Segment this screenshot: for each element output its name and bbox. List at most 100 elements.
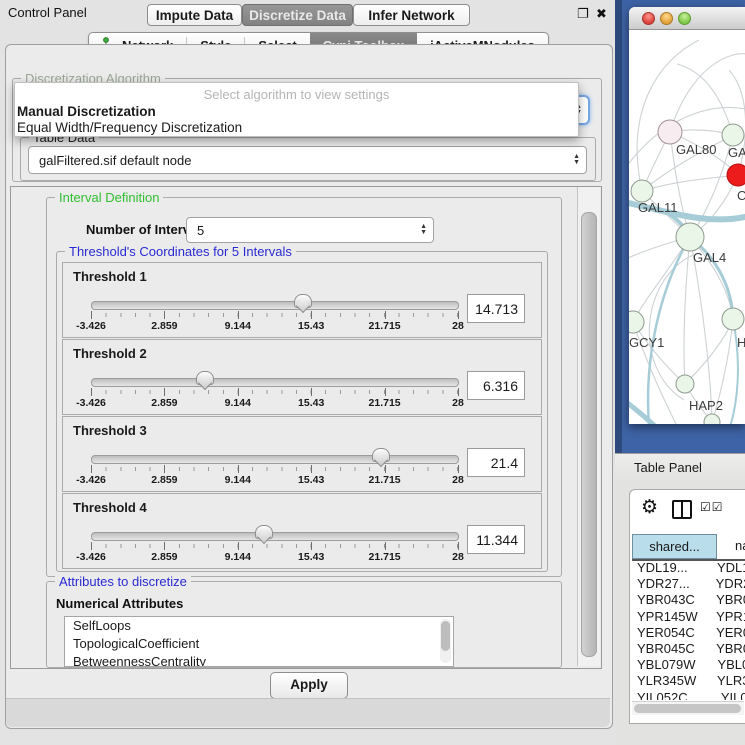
table-row[interactable]: YER054CYER0 xyxy=(632,625,745,641)
threshold-3-panel: Threshold 3 -3.426 2.859 9.144 15.43 21.… xyxy=(62,416,542,492)
num-intervals-value: 5 xyxy=(197,218,204,242)
node-top-right[interactable] xyxy=(722,124,744,146)
list-item[interactable]: BetweennessCentrality xyxy=(65,653,453,667)
table-data-selected: galFiltered.sif default node xyxy=(39,147,191,173)
threshold-1-value-field[interactable]: 14.713 xyxy=(467,294,525,323)
list-scrollbar[interactable] xyxy=(440,619,451,663)
slider-track[interactable] xyxy=(91,378,459,387)
node-label: H xyxy=(737,335,745,350)
node-label: GA xyxy=(728,145,745,160)
table-row[interactable]: YBR045CYBR0 xyxy=(632,641,745,657)
slider-track[interactable] xyxy=(91,455,459,464)
gear-icon[interactable]: ⚙ xyxy=(641,496,658,519)
network-canvas[interactable]: GAL80 GA C GAL11 GAL4 GCY1 H HAP2 xyxy=(629,30,745,424)
dropdown-option-manual[interactable]: Manual Discretization xyxy=(17,104,156,119)
table-header-row: shared... na xyxy=(632,534,745,561)
algorithm-dropdown-popup: Select algorithm to view settings Manual… xyxy=(14,82,579,137)
table-row[interactable]: YBR043CYBR0 xyxy=(632,592,745,608)
node-label: GAL80 xyxy=(676,142,716,157)
slider-ticks xyxy=(91,465,458,473)
apply-button[interactable]: Apply xyxy=(270,672,348,699)
slider-thumb[interactable] xyxy=(255,525,273,539)
network-graph: GAL80 GA C GAL11 GAL4 GCY1 H HAP2 xyxy=(629,30,745,424)
horizontal-scrollbar[interactable] xyxy=(632,701,744,715)
column-header-name[interactable]: na xyxy=(718,534,745,559)
threshold-2-slider[interactable]: -3.426 2.859 9.144 15.43 21.715 28 xyxy=(91,340,457,414)
slider-tick-labels: -3.426 2.859 9.144 15.43 21.715 28 xyxy=(91,551,458,563)
slider-ticks xyxy=(91,388,458,396)
float-window-icon[interactable]: ❐ xyxy=(577,6,589,22)
close-panel-icon[interactable]: ✖ xyxy=(596,6,607,22)
node-gal4[interactable] xyxy=(676,223,704,251)
table-panel-header: Table Panel xyxy=(615,453,745,483)
list-item[interactable]: SelfLoops xyxy=(65,617,453,635)
slider-tick-labels: -3.426 2.859 9.144 15.43 21.715 28 xyxy=(91,320,458,332)
dropdown-prompt: Select algorithm to view settings xyxy=(15,87,578,102)
group-title: Threshold's Coordinates for 5 Intervals xyxy=(65,244,296,259)
num-intervals-combobox[interactable]: 5 ▲▼ xyxy=(186,217,434,243)
slider-thumb[interactable] xyxy=(372,448,390,462)
zoom-window-icon[interactable] xyxy=(678,12,691,25)
node-label: C xyxy=(737,188,745,203)
columns-icon[interactable] xyxy=(672,500,692,519)
column-header-shared[interactable]: shared... xyxy=(632,534,717,559)
list-item[interactable]: TopologicalCoefficient xyxy=(65,635,453,653)
table-row[interactable]: YDL19...YDL1 xyxy=(632,560,745,576)
table-row[interactable]: YPR145WYPR1 xyxy=(632,609,745,625)
attributes-list[interactable]: SelfLoops TopologicalCoefficient Between… xyxy=(64,616,454,667)
table-body: YDL19...YDL1 YDR27...YDR2 YBR043CYBR0 YP… xyxy=(632,560,745,700)
threshold-4-value-field[interactable]: 11.344 xyxy=(467,525,525,554)
slider-track[interactable] xyxy=(91,301,459,310)
threshold-4-slider[interactable]: -3.426 2.859 9.144 15.43 21.715 28 xyxy=(91,494,457,568)
threshold-1-panel: Threshold 1 -3.426 2.859 9.144 15.43 21.… xyxy=(62,262,542,338)
table-row[interactable]: YDR27...YDR2 xyxy=(632,576,745,592)
table-row[interactable]: YLR345WYLR3 xyxy=(632,673,745,689)
network-window-titlebar[interactable] xyxy=(629,7,745,30)
threshold-2-panel: Threshold 2 -3.426 2.859 9.144 15.43 21.… xyxy=(62,339,542,415)
slider-ticks xyxy=(91,542,458,550)
node-gal11[interactable] xyxy=(631,180,653,202)
slider-tick-labels: -3.426 2.859 9.144 15.43 21.715 28 xyxy=(91,474,458,486)
close-window-icon[interactable] xyxy=(642,12,655,25)
slider-thumb[interactable] xyxy=(196,371,214,385)
threshold-1-slider[interactable]: -3.426 2.859 9.144 15.43 21.715 28 xyxy=(91,263,457,337)
node-selected-red[interactable] xyxy=(727,164,745,186)
slider-tick-labels: -3.426 2.859 9.144 15.43 21.715 28 xyxy=(91,397,458,409)
mode-tab-strip xyxy=(6,698,610,727)
node-label: GCY1 xyxy=(629,335,664,350)
minimize-window-icon[interactable] xyxy=(660,12,673,25)
vertical-scrollbar-thumb[interactable] xyxy=(581,212,597,657)
table-row[interactable]: YBL079WYBL0 xyxy=(632,657,745,673)
table-panel-title: Table Panel xyxy=(634,460,702,475)
node-label: GAL4 xyxy=(693,250,726,265)
slider-thumb[interactable] xyxy=(294,294,312,308)
panel-title: Control Panel xyxy=(8,5,87,20)
numerical-attributes-label: Numerical Attributes xyxy=(56,596,183,611)
tab-infer-network[interactable]: Infer Network xyxy=(353,4,470,26)
table-data-combobox[interactable]: galFiltered.sif default node ▲▼ xyxy=(28,146,587,174)
group-title: Interval Definition xyxy=(55,190,163,205)
tab-discretize-data[interactable]: Discretize Data xyxy=(242,4,353,26)
node-gcy1[interactable] xyxy=(629,311,644,333)
threshold-3-slider[interactable]: -3.426 2.859 9.144 15.43 21.715 28 xyxy=(91,417,457,491)
node-h[interactable] xyxy=(722,308,744,330)
node-label: HAP2 xyxy=(689,398,723,413)
table-row[interactable]: YIL052CYIL0 xyxy=(632,690,745,701)
horizontal-scrollbar-thumb[interactable] xyxy=(634,704,741,713)
table-panel-card: ⚙ ☑☑ shared... na YDL19...YDL1 YDR27...Y… xyxy=(629,489,745,724)
threshold-4-panel: Threshold 4 -3.426 2.859 9.144 15.43 21.… xyxy=(62,493,542,569)
slider-ticks xyxy=(91,311,458,319)
group-title: Attributes to discretize xyxy=(55,574,191,589)
tab-impute-data[interactable]: Impute Data xyxy=(147,4,242,26)
node-gal80[interactable] xyxy=(658,120,682,144)
threshold-3-value-field[interactable]: 21.4 xyxy=(467,448,525,477)
dropdown-option-equal-width[interactable]: Equal Width/Frequency Discretization xyxy=(17,120,242,135)
node-label: GAL11 xyxy=(638,200,678,215)
node-hap2[interactable] xyxy=(676,375,694,393)
checkbox-icons[interactable]: ☑☑ xyxy=(700,500,724,514)
network-view-window[interactable]: GAL80 GA C GAL11 GAL4 GCY1 H HAP2 xyxy=(629,7,745,424)
threshold-2-value-field[interactable]: 6.316 xyxy=(467,371,525,400)
stepper-icon: ▲▼ xyxy=(573,154,580,166)
pane-divider[interactable] xyxy=(615,0,622,455)
slider-track[interactable] xyxy=(91,532,459,541)
